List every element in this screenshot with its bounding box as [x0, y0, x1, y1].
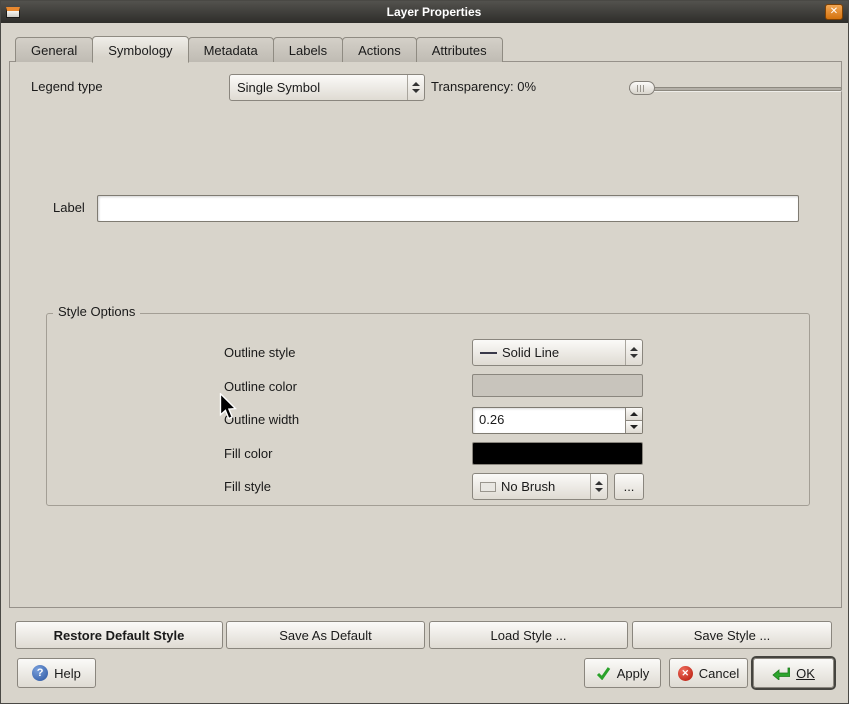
help-label: Help — [54, 666, 81, 681]
legend-type-combobox[interactable]: Single Symbol — [229, 74, 425, 101]
slider-handle[interactable] — [629, 81, 655, 95]
apply-label: Apply — [617, 666, 650, 681]
window-icon — [6, 7, 20, 18]
save-style-button[interactable]: Save Style ... — [632, 621, 832, 649]
layer-properties-dialog: Layer Properties ✕ General Symbology Met… — [0, 0, 849, 704]
outline-style-value: Solid Line — [502, 345, 559, 360]
outline-color-label: Outline color — [224, 379, 297, 394]
transparency-slider[interactable] — [629, 80, 842, 96]
apply-check-icon — [596, 666, 611, 680]
help-button[interactable]: ? Help — [17, 658, 96, 688]
cancel-label: Cancel — [699, 666, 739, 681]
fill-style-more-button[interactable]: ... — [614, 473, 644, 500]
combobox-arrows-icon — [590, 474, 607, 499]
solid-line-icon — [480, 352, 497, 354]
close-button[interactable]: ✕ — [825, 4, 843, 20]
restore-default-style-label: Restore Default Style — [54, 628, 185, 643]
style-options-title: Style Options — [53, 304, 140, 319]
spin-down-button[interactable] — [625, 421, 642, 433]
combobox-arrows-icon — [625, 340, 642, 365]
load-style-label: Load Style ... — [491, 628, 567, 643]
outline-width-value[interactable]: 0.26 — [473, 408, 625, 433]
legend-type-label: Legend type — [31, 79, 103, 94]
combobox-arrows-icon — [407, 75, 424, 100]
legend-type-value: Single Symbol — [237, 80, 320, 95]
save-as-default-button[interactable]: Save As Default — [226, 621, 425, 649]
load-style-button[interactable]: Load Style ... — [429, 621, 628, 649]
ok-enter-arrow-icon — [772, 667, 790, 680]
fill-style-value: No Brush — [501, 479, 555, 494]
outline-width-label: Outline width — [224, 412, 299, 427]
label-input[interactable] — [97, 195, 799, 222]
restore-default-style-button[interactable]: Restore Default Style — [15, 621, 223, 649]
label-field-label: Label — [53, 200, 85, 215]
tab-general[interactable]: General — [15, 37, 93, 62]
close-icon: ✕ — [830, 6, 838, 17]
no-brush-icon — [480, 482, 496, 492]
save-as-default-label: Save As Default — [279, 628, 372, 643]
ok-label: OK — [796, 666, 815, 681]
symbology-panel: Legend type Single Symbol Transparency: … — [9, 61, 842, 608]
spin-up-button[interactable] — [625, 408, 642, 421]
apply-button[interactable]: Apply — [584, 658, 661, 688]
fill-style-combobox[interactable]: No Brush — [472, 473, 608, 500]
tab-symbology[interactable]: Symbology — [92, 36, 188, 63]
ok-button[interactable]: OK — [753, 658, 834, 688]
help-icon: ? — [32, 665, 48, 681]
style-options-group: Style Options Outline style Solid Line O… — [46, 313, 810, 506]
window-title: Layer Properties — [20, 5, 848, 19]
fill-style-label: Fill style — [224, 479, 271, 494]
transparency-label: Transparency: 0% — [431, 79, 536, 94]
tab-bar: General Symbology Metadata Labels Action… — [15, 36, 502, 62]
slider-track[interactable] — [629, 87, 842, 91]
tab-actions[interactable]: Actions — [342, 37, 417, 62]
cancel-button[interactable]: ✕ Cancel — [669, 658, 748, 688]
tab-metadata[interactable]: Metadata — [188, 37, 274, 62]
tab-attributes[interactable]: Attributes — [416, 37, 503, 62]
tab-labels[interactable]: Labels — [273, 37, 343, 62]
save-style-label: Save Style ... — [694, 628, 771, 643]
outline-style-combobox[interactable]: Solid Line — [472, 339, 643, 366]
fill-color-label: Fill color — [224, 446, 272, 461]
outline-color-button[interactable] — [472, 374, 643, 397]
fill-color-button[interactable] — [472, 442, 643, 465]
outline-style-label: Outline style — [224, 345, 296, 360]
more-button-label: ... — [624, 479, 635, 494]
titlebar[interactable]: Layer Properties ✕ — [1, 1, 848, 23]
cancel-icon: ✕ — [678, 666, 693, 681]
outline-width-spinbox[interactable]: 0.26 — [472, 407, 643, 434]
